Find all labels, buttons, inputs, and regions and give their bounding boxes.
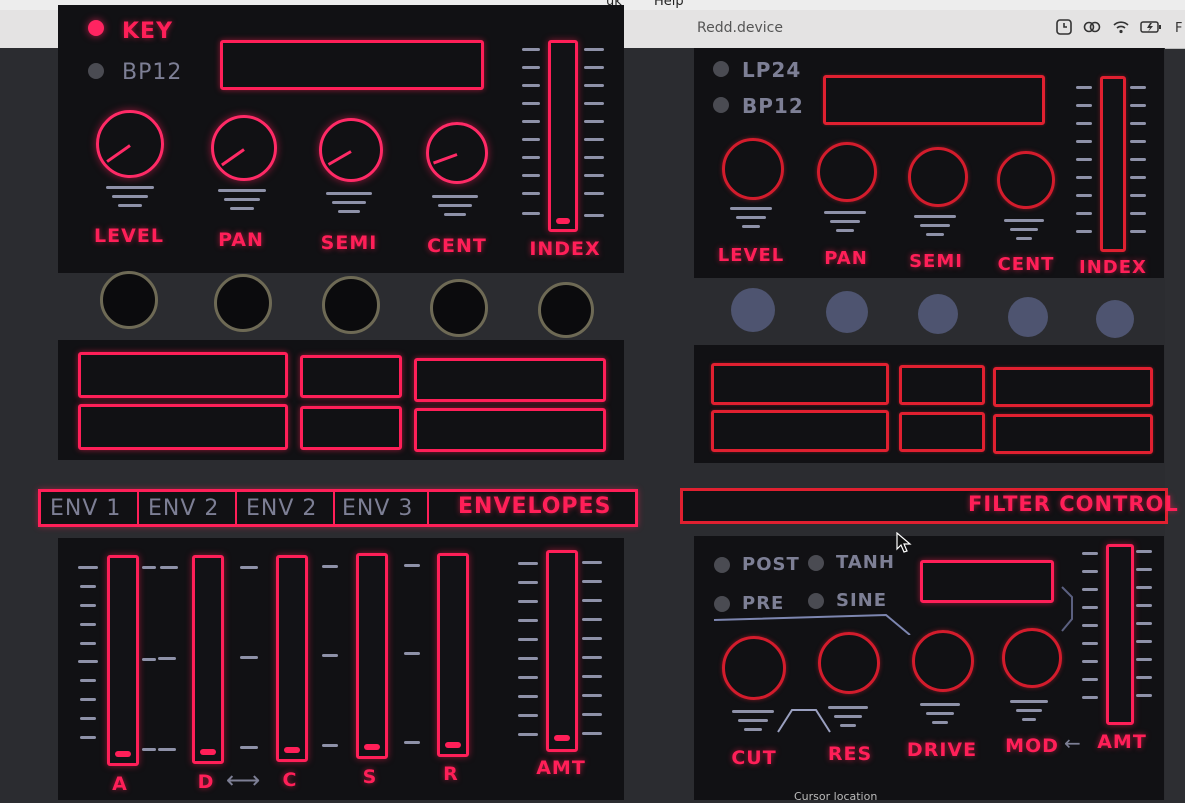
osc2-slot-2[interactable] — [899, 365, 985, 405]
filter-control-title: FILTER CONTROL — [968, 492, 1179, 516]
osc2-slot-3[interactable] — [993, 367, 1153, 407]
tanh-label: TANH — [836, 552, 895, 573]
osc2-mod-button-5[interactable] — [1096, 300, 1134, 338]
osc2-semi-label: SEMI — [909, 251, 963, 272]
osc2-slot-1[interactable] — [711, 363, 889, 405]
post-label: POST — [742, 554, 800, 575]
mod-jack-3[interactable] — [322, 276, 380, 334]
decay-fader[interactable] — [192, 555, 224, 764]
osc2-mod-button-2[interactable] — [826, 291, 868, 333]
slot-4[interactable] — [78, 404, 288, 450]
tab-env-1-label: ENV 1 — [50, 496, 122, 521]
mod-label: MOD — [1005, 735, 1059, 757]
envelopes-title: ENVELOPES — [458, 494, 612, 519]
osc2-pan-knob[interactable] — [817, 142, 877, 202]
slot-5[interactable] — [300, 406, 402, 450]
cut-label: CUT — [731, 747, 777, 769]
bp12-label: BP12 — [122, 60, 183, 85]
slot-1[interactable] — [78, 352, 288, 398]
osc2-cent-label: CENT — [997, 254, 1055, 275]
osc2-cent-knob[interactable] — [997, 151, 1055, 209]
index-label: INDEX — [529, 238, 601, 260]
attack-fader[interactable] — [107, 555, 139, 766]
slot-2[interactable] — [300, 355, 402, 398]
env-amt-label: AMT — [536, 757, 586, 779]
creative-cloud-icon[interactable] — [1081, 18, 1103, 36]
cent-label: CENT — [427, 235, 487, 257]
mod-jack-1[interactable] — [100, 271, 158, 329]
drive-knob[interactable] — [912, 630, 974, 692]
env-amt-fader[interactable] — [546, 550, 578, 752]
tanh-lamp[interactable] — [808, 555, 824, 571]
mouse-cursor-icon — [896, 532, 912, 553]
tab-env-2-label: ENV 2 — [148, 496, 220, 521]
res-knob[interactable] — [818, 632, 880, 694]
sustain-fader[interactable] — [356, 553, 388, 759]
release-label: R — [443, 763, 459, 785]
level-knob[interactable] — [96, 110, 164, 178]
pan-label: PAN — [218, 229, 264, 251]
osc2-semi-knob[interactable] — [908, 147, 968, 207]
pan-knob[interactable] — [211, 115, 277, 181]
filter-routing-lines — [713, 586, 1073, 635]
decay-label: D — [197, 771, 215, 793]
menu-help[interactable]: Help — [654, 0, 684, 9]
bp12-lamp[interactable] — [88, 63, 104, 79]
semi-label: SEMI — [320, 232, 378, 254]
cent-knob[interactable] — [426, 122, 488, 184]
drive-label: DRIVE — [906, 739, 978, 761]
osc2-bp12-lamp[interactable] — [713, 97, 729, 113]
clock-icon[interactable] — [1053, 18, 1075, 36]
link-arrow-icon[interactable]: ⟷ — [226, 766, 261, 794]
osc2-mod-button-4[interactable] — [1008, 297, 1048, 337]
osc2-level-knob[interactable] — [722, 138, 784, 200]
key-label: KEY — [122, 19, 174, 44]
slot-3[interactable] — [414, 358, 606, 402]
osc2-slot-5[interactable] — [899, 412, 985, 452]
lp24-lamp[interactable] — [713, 61, 729, 77]
cut-knob[interactable] — [722, 636, 786, 700]
mod-jack-4[interactable] — [430, 279, 488, 337]
osc2-index-fader[interactable] — [1100, 76, 1126, 252]
osc2-pan-label: PAN — [824, 248, 868, 269]
osc2-level-label: LEVEL — [717, 245, 785, 266]
status-text: Cursor location — [794, 790, 878, 803]
osc2-display — [823, 75, 1045, 125]
osc2-index-label: INDEX — [1079, 257, 1147, 278]
tab-env-2b-label: ENV 2 — [246, 496, 318, 521]
attack-label: A — [112, 773, 128, 795]
tray-label[interactable]: F — [1175, 21, 1182, 36]
osc2-mod-button-1[interactable] — [731, 288, 775, 332]
battery-icon[interactable] — [1140, 18, 1162, 36]
resonance-shape-icon — [777, 709, 831, 733]
mod-amt-arrow-icon: ← — [1064, 731, 1082, 755]
osc2-bp12-label: BP12 — [742, 94, 804, 118]
osc1-display — [220, 40, 484, 90]
osc2-mod-button-3[interactable] — [918, 294, 958, 334]
semi-knob[interactable] — [319, 118, 383, 182]
c-fader[interactable] — [276, 555, 308, 762]
filter-amt-label: AMT — [1097, 731, 1147, 753]
wifi-icon[interactable] — [1110, 18, 1132, 36]
osc1-index-fader[interactable] — [548, 40, 578, 232]
slot-6[interactable] — [414, 408, 606, 452]
osc2-slot-4[interactable] — [711, 410, 889, 452]
tab-env-3-label: ENV 3 — [342, 496, 414, 521]
mod-knob[interactable] — [1002, 628, 1062, 688]
osc2-slot-6[interactable] — [993, 414, 1153, 454]
mod-jack-2[interactable] — [214, 274, 272, 332]
device-window: uk Help Redd.device F KEY BP12 — [0, 0, 1185, 803]
key-lamp[interactable] — [88, 20, 104, 36]
c-label: C — [282, 769, 298, 791]
lp24-label: LP24 — [742, 58, 802, 82]
post-lamp[interactable] — [714, 557, 730, 573]
sustain-label: S — [362, 766, 378, 788]
filter-amt-fader[interactable] — [1106, 544, 1134, 725]
level-label: LEVEL — [94, 225, 164, 247]
res-label: RES — [827, 743, 873, 765]
release-fader[interactable] — [437, 553, 469, 757]
mod-jack-5[interactable] — [538, 282, 594, 338]
window-title: Redd.device — [697, 20, 783, 36]
